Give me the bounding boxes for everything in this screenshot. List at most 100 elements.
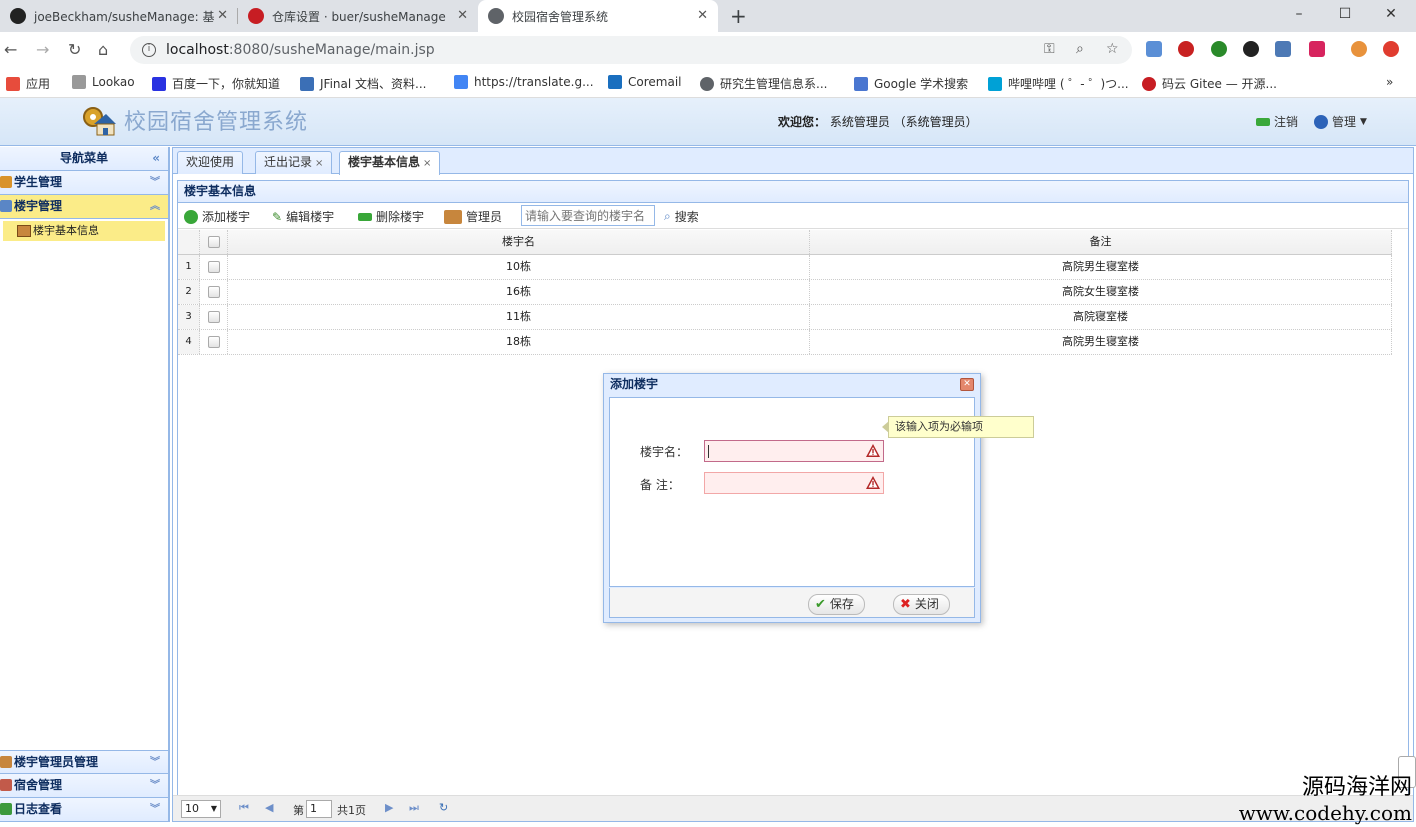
table-row[interactable]: 3 11栋 高院寝室楼	[178, 305, 1392, 330]
zoom-icon[interactable]: ⌕	[1076, 41, 1084, 57]
note-field[interactable]	[704, 472, 884, 494]
first-page-icon[interactable]: ⏮	[239, 801, 249, 815]
checkbox[interactable]	[207, 261, 220, 273]
profile-avatar[interactable]	[1351, 41, 1367, 57]
page-size-select[interactable]: 10 ▼	[181, 800, 221, 818]
expand-icon[interactable]: ︾	[150, 751, 160, 774]
row-checkbox[interactable]	[200, 330, 228, 354]
maximize-icon[interactable]: ☐	[1322, 0, 1368, 32]
extension-icon[interactable]	[1275, 41, 1291, 57]
expand-icon[interactable]: ︾	[150, 798, 160, 821]
row-checkbox[interactable]	[200, 305, 228, 329]
close-window-icon[interactable]: ✕	[1368, 0, 1414, 32]
browser-tab-active[interactable]: 校园宿舍管理系统 ✕	[478, 0, 718, 32]
close-tab-icon[interactable]: ✕	[217, 8, 228, 23]
logout-button[interactable]: 注销	[1256, 113, 1298, 130]
column-header-name[interactable]: 楼宇名	[228, 230, 810, 254]
table-row[interactable]: 4 18栋 高院男生寝室楼	[178, 330, 1392, 355]
nav-section-building-admins[interactable]: 楼宇管理员管理 ︾	[0, 750, 168, 774]
last-page-icon[interactable]: ⏭	[409, 801, 419, 815]
close-icon[interactable]: ✕	[960, 378, 974, 391]
manager-button[interactable]: 管理员	[444, 208, 502, 225]
table-row[interactable]: 2 16栋 高院女生寝室楼	[178, 280, 1392, 305]
bookmark-item[interactable]: 百度一下，你就知道	[152, 75, 280, 92]
bookmark-apps[interactable]: 应用	[6, 75, 50, 92]
paw-icon[interactable]	[1211, 41, 1227, 57]
close-tab-icon[interactable]: ×	[423, 158, 431, 169]
search-input[interactable]	[521, 205, 655, 226]
nav-bottom-sections: 楼宇管理员管理 ︾ 宿舍管理 ︾ 日志查看 ︾	[0, 750, 168, 822]
edit-building-button[interactable]: ✎ 编辑楼宇	[272, 208, 334, 225]
bookmark-item[interactable]: JFinal 文档、资料...	[300, 75, 426, 92]
close-tab-icon[interactable]: ✕	[697, 8, 708, 23]
bookmark-item[interactable]: 研究生管理信息系...	[700, 75, 827, 92]
row-checkbox[interactable]	[200, 280, 228, 304]
bookmark-item[interactable]: Coremail	[608, 75, 681, 89]
info-icon[interactable]: i	[142, 43, 156, 57]
checkbox[interactable]	[207, 236, 220, 248]
refresh-icon[interactable]: ↻	[439, 801, 448, 814]
back-icon[interactable]: ←	[4, 40, 17, 59]
key-icon[interactable]: ⚿	[1044, 41, 1055, 57]
url-field[interactable]: i localhost:8080/susheManage/main.jsp	[130, 36, 1132, 64]
expand-icon[interactable]: ︾	[150, 774, 160, 797]
row-checkbox[interactable]	[200, 255, 228, 279]
bookmark-item[interactable]: Google 学术搜索	[854, 75, 968, 92]
reload-icon[interactable]: ↻	[68, 40, 81, 59]
expand-icon[interactable]: ︾	[150, 171, 160, 194]
student-icon	[0, 176, 12, 188]
tab-checkout-records[interactable]: 迁出记录 ×	[255, 151, 333, 174]
forward-icon[interactable]: →	[36, 40, 49, 59]
adblock-icon[interactable]	[1178, 41, 1194, 57]
tab-building-info[interactable]: 楼宇基本信息 ×	[339, 151, 441, 175]
power-icon[interactable]	[1243, 41, 1259, 57]
nav-section-buildings[interactable]: 楼宇管理 ︽	[0, 195, 168, 219]
prev-page-icon[interactable]: ◀	[265, 801, 273, 814]
minimize-icon[interactable]: –	[1276, 0, 1322, 32]
collapse-icon[interactable]: «	[152, 147, 160, 169]
bookmark-item[interactable]: Lookao	[72, 75, 135, 89]
checkbox[interactable]	[207, 336, 220, 348]
manage-menu-button[interactable]: 管理 ▼	[1314, 113, 1367, 130]
new-tab-button[interactable]: +	[730, 4, 747, 28]
nav-section-dorms[interactable]: 宿舍管理 ︾	[0, 774, 168, 798]
update-icon[interactable]	[1383, 41, 1399, 57]
dialog-footer: ✔ 保存 ✖ 关闭	[609, 588, 975, 618]
grid-header: 楼宇名 备注	[178, 230, 1392, 255]
checkbox[interactable]	[207, 286, 220, 298]
close-tab-icon[interactable]: ✕	[457, 8, 468, 23]
home-icon[interactable]: ⌂	[98, 40, 108, 59]
building-name-field[interactable]	[704, 440, 884, 462]
url-host: localhost	[166, 42, 229, 58]
sidebar-item-building-info[interactable]: 楼宇基本信息	[3, 221, 165, 241]
browser-tab-gitee[interactable]: 仓库设置 · buer/susheManage ✕	[238, 0, 478, 32]
watermark-line1: 源码海洋网	[1301, 775, 1412, 800]
collapse-section-icon[interactable]: ︽	[150, 195, 160, 218]
close-tab-icon[interactable]: ×	[315, 158, 323, 169]
nav-section-logs[interactable]: 日志查看 ︾	[0, 798, 168, 822]
next-page-icon[interactable]: ▶	[385, 801, 393, 814]
table-row[interactable]: 1 10栋 高院男生寝室楼	[178, 255, 1392, 280]
add-building-button[interactable]: 添加楼宇	[184, 208, 250, 225]
nav-section-students[interactable]: 学生管理 ︾	[0, 171, 168, 195]
tab-label: 欢迎使用	[186, 155, 235, 169]
jfinal-icon	[300, 76, 314, 91]
tab-welcome[interactable]: 欢迎使用	[177, 151, 244, 174]
close-button[interactable]: ✖ 关闭	[893, 594, 950, 615]
extension-icon[interactable]	[1309, 41, 1325, 57]
house-gear-icon	[83, 107, 116, 136]
more-bookmarks-button[interactable]: »	[1386, 75, 1393, 89]
save-button[interactable]: ✔ 保存	[808, 594, 865, 615]
delete-building-button[interactable]: 删除楼宇	[358, 208, 424, 225]
star-icon[interactable]: ☆	[1106, 41, 1119, 57]
extension-icon[interactable]	[1146, 41, 1162, 57]
search-button[interactable]: ⌕ 搜索	[664, 208, 699, 225]
checkbox[interactable]	[207, 311, 220, 323]
browser-tab-github[interactable]: joeBeckham/susheManage: 基 ✕	[0, 0, 238, 32]
bookmark-item[interactable]: 哔哩哔哩 ( ゜- ゜)つ...	[988, 75, 1129, 92]
select-all-checkbox[interactable]	[200, 230, 228, 254]
bookmark-item[interactable]: https://translate.g...	[454, 75, 594, 89]
column-header-note[interactable]: 备注	[810, 230, 1392, 254]
page-number-input[interactable]: 1	[306, 800, 332, 818]
bookmark-item[interactable]: 码云 Gitee — 开源...	[1142, 75, 1277, 92]
